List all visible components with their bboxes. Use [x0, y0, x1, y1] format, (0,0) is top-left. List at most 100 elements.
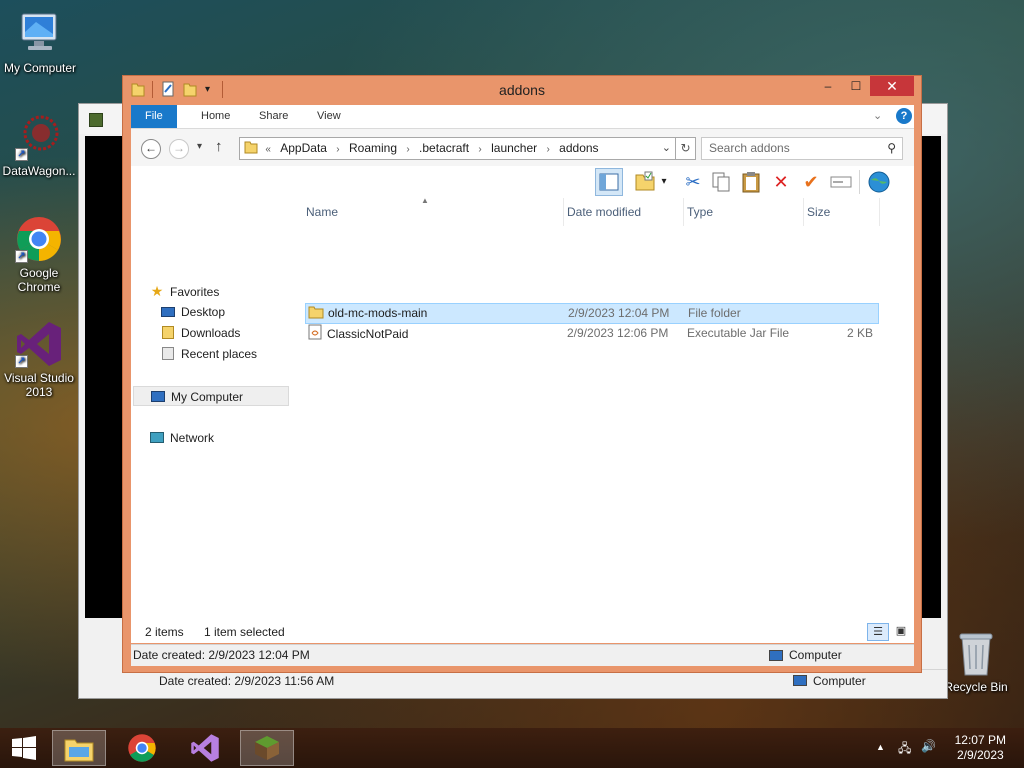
network-tray-icon[interactable]: 🖧 — [898, 739, 911, 760]
folder-icon — [308, 305, 324, 319]
taskbar-minecraft[interactable] — [240, 730, 294, 766]
background-date-created: Date created: 2/9/2023 11:56 AM — [159, 674, 335, 688]
copy-icon[interactable] — [707, 168, 735, 196]
taskbar: ▲ 🖧 🔊 12:07 PM 2/9/2023 — [0, 728, 1024, 768]
nav-downloads[interactable]: Downloads — [160, 323, 240, 343]
desktop-icon-label: My Computer — [3, 61, 77, 75]
expand-ribbon-icon[interactable]: ⌄ — [873, 109, 882, 122]
volume-icon[interactable]: 🔊 — [921, 739, 936, 753]
star-icon: ★ — [150, 283, 164, 299]
taskbar-chrome[interactable] — [115, 730, 169, 766]
title-bar[interactable]: ▾ addons – ☐ ✕ — [123, 76, 921, 103]
help-icon[interactable]: ? — [896, 108, 912, 124]
chevron-right-icon[interactable]: › — [404, 139, 411, 159]
delete-icon[interactable]: ✕ — [767, 168, 795, 196]
checkmark-icon[interactable]: ✔ — [797, 168, 825, 196]
chrome-icon — [128, 734, 156, 762]
file-name: ClassicNotPaid — [327, 327, 409, 341]
address-row: ← → ▾ ↑ « AppData › Roaming › .betacraft… — [131, 128, 914, 166]
file-type: File folder — [688, 306, 741, 320]
preview-pane-button[interactable] — [595, 168, 623, 196]
nav-my-computer[interactable]: My Computer — [133, 386, 289, 406]
nav-favorites[interactable]: ★ Favorites — [149, 281, 220, 301]
file-row[interactable]: old-mc-mods-main 2/9/2023 12:04 PM File … — [305, 303, 879, 324]
file-type: Executable Jar File — [687, 326, 790, 340]
nav-recent-places[interactable]: Recent places — [160, 344, 257, 364]
address-segment-launcher[interactable]: launcher — [487, 138, 541, 159]
address-segment-betacraft[interactable]: .betacraft — [415, 138, 473, 159]
file-row[interactable]: ClassicNotPaid 2/9/2023 12:06 PM Executa… — [305, 324, 879, 345]
address-overflow[interactable]: « — [263, 139, 273, 159]
status-bar: 2 items 1 item selected ☰ ▣ — [131, 621, 914, 643]
datawagon-icon: ↗ — [15, 113, 63, 161]
rename-icon[interactable] — [827, 168, 855, 196]
paste-icon[interactable] — [737, 168, 765, 196]
chevron-right-icon[interactable]: › — [334, 139, 341, 159]
address-segment-roaming[interactable]: Roaming — [345, 138, 401, 159]
minecraft-block-icon — [255, 736, 279, 760]
address-bar[interactable]: « AppData › Roaming › .betacraft › launc… — [239, 137, 676, 160]
shortcut-arrow-icon: ↗ — [15, 355, 28, 368]
clock-time: 12:07 PM — [954, 733, 1006, 747]
separator — [859, 170, 860, 194]
location-label: Computer — [789, 648, 842, 662]
navigation-pane: ★ Favorites Desktop Downloads Recent plac… — [131, 198, 291, 638]
desktop-icon-label: Recycle Bin — [944, 680, 1008, 694]
desktop-icon-label: Google Chrome — [17, 266, 61, 294]
clock[interactable]: 12:07 PM 2/9/2023 — [955, 733, 1006, 763]
details-view-button[interactable]: ☰ — [867, 623, 889, 641]
column-header-date[interactable]: Date modified — [562, 203, 682, 223]
column-divider — [879, 198, 880, 226]
computer-small-icon — [769, 650, 783, 661]
windows-logo-icon — [12, 736, 36, 760]
file-size: 2 KB — [846, 326, 873, 340]
desktop-icon-label: Visual Studio 2013 — [4, 371, 74, 399]
desktop-icon-my-computer[interactable]: My Computer — [0, 10, 80, 75]
network-icon — [149, 428, 165, 448]
nav-desktop[interactable]: Desktop — [160, 302, 225, 322]
tab-file[interactable]: File — [131, 105, 177, 128]
large-icons-view-button[interactable]: ▣ — [891, 623, 911, 641]
maximize-button[interactable]: ☐ — [843, 76, 869, 96]
organize-dropdown-icon[interactable]: ▾ — [657, 168, 671, 196]
content-area: ★ Favorites Desktop Downloads Recent plac… — [131, 196, 914, 638]
desktop-icon-datawagon[interactable]: ↗ DataWagon... — [0, 113, 79, 178]
back-button[interactable]: ← — [141, 139, 161, 159]
show-hidden-icons-button[interactable]: ▲ — [876, 742, 885, 752]
cut-icon[interactable]: ✂ — [679, 168, 707, 196]
desktop-icon-visual-studio[interactable]: ↗ Visual Studio 2013 — [0, 320, 79, 399]
column-header-type[interactable]: Type — [682, 203, 802, 223]
search-input[interactable]: Search addons ⚲ — [701, 137, 903, 160]
recent-locations-icon[interactable]: ▾ — [197, 141, 202, 152]
desktop-icon-recycle-bin[interactable]: Recycle Bin — [936, 631, 1016, 694]
refresh-button[interactable]: ↻ — [676, 137, 696, 160]
close-button[interactable]: ✕ — [870, 76, 914, 96]
address-segment-addons[interactable]: addons — [555, 138, 602, 159]
taskbar-file-explorer[interactable] — [52, 730, 106, 766]
up-arrow-icon[interactable]: ↑ — [215, 138, 223, 155]
taskbar-visual-studio[interactable] — [178, 730, 232, 766]
forward-button[interactable]: → — [169, 139, 189, 159]
tab-view[interactable]: View — [303, 105, 355, 128]
column-header-size[interactable]: Size — [802, 203, 878, 223]
address-segment-appdata[interactable]: AppData — [276, 138, 331, 159]
tab-home[interactable]: Home — [187, 105, 244, 128]
downloads-icon — [160, 323, 176, 343]
start-button[interactable] — [0, 730, 48, 766]
explorer-window[interactable]: ▾ addons – ☐ ✕ File Home Share View ⌄ ? … — [122, 75, 922, 673]
column-header-name[interactable]: Name — [301, 203, 561, 223]
desktop-icon — [160, 302, 176, 322]
background-location: Computer — [813, 674, 866, 688]
chevron-right-icon[interactable]: › — [544, 139, 551, 159]
computer-small-icon — [793, 675, 807, 686]
desktop-icon-chrome[interactable]: ↗ Google Chrome — [0, 215, 79, 294]
properties-folder-button[interactable] — [631, 168, 659, 196]
nav-network[interactable]: Network — [149, 428, 214, 448]
globe-icon[interactable] — [865, 168, 893, 196]
jar-file-icon — [307, 324, 323, 340]
recent-places-icon — [160, 344, 176, 364]
chevron-right-icon[interactable]: › — [476, 139, 483, 159]
tab-share[interactable]: Share — [245, 105, 302, 128]
address-dropdown-icon[interactable]: ⌄ — [662, 138, 671, 159]
minimize-button[interactable]: – — [815, 76, 841, 96]
